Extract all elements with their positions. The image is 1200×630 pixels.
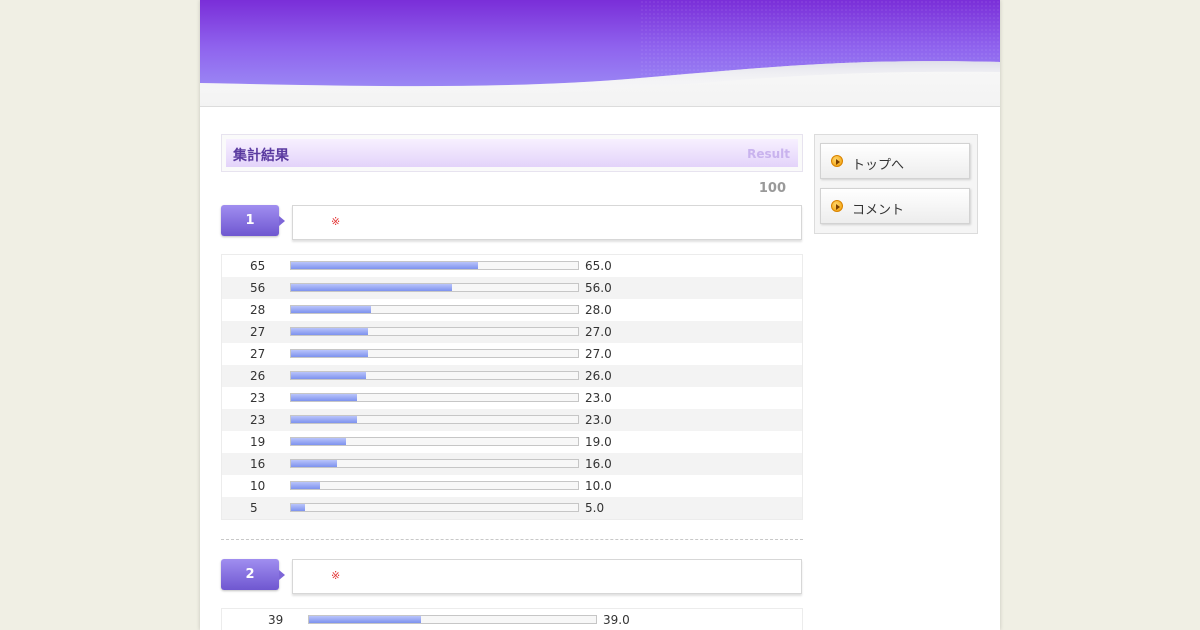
result-count: 65 [250,259,266,273]
result-percent: 23.0 [585,391,612,405]
result-bar-fill [291,262,478,269]
result-bar-fill [291,372,366,379]
result-bar-track [290,481,579,490]
result-row: 39 39.0 [222,609,802,630]
result-row: 27 27.0 [222,321,802,343]
result-bar-fill [291,284,452,291]
result-row: 28 28.0 [222,299,802,321]
result-count: 27 [250,347,266,361]
result-percent: 19.0 [585,435,612,449]
arrow-right-icon [831,200,843,212]
result-row: 23 23.0 [222,409,802,431]
sidebar-nav: トップへ コメント [814,134,978,234]
result-row: 19 19.0 [222,431,802,453]
page: 集計結果 Result 100 1 ※ 65 65.0 56 56.0 28 28.0 27… [200,0,1000,630]
result-count: 39 [268,613,284,627]
question-divider [221,539,803,540]
result-bar-fill [291,350,369,357]
result-bar-fill [291,416,357,423]
result-bar-fill [291,460,337,467]
total-responses: 100 [758,181,786,196]
question-note-mark: ※ [331,215,341,228]
result-bar-fill [291,394,357,401]
result-row: 65 65.0 [222,255,802,277]
page-title: 集計結果 [233,148,289,164]
nav-comment-button[interactable]: コメント [820,188,970,224]
result-row: 16 16.0 [222,453,802,475]
result-percent: 26.0 [585,369,612,383]
page-subtitle: Result [747,147,790,161]
result-title-bar: 集計結果 Result [221,134,803,172]
nav-comment-label: コメント [852,203,905,218]
question-text-box: ※ [292,205,802,240]
result-count: 26 [250,369,266,383]
result-row: 10 10.0 [222,475,802,497]
question-number-badge: 2 [221,559,285,590]
result-row: 23 23.0 [222,387,802,409]
nav-top-button[interactable]: トップへ [820,143,970,179]
result-row: 27 27.0 [222,343,802,365]
result-bar-track [290,459,579,468]
result-row: 26 26.0 [222,365,802,387]
result-percent: 27.0 [585,325,612,339]
result-percent: 39.0 [603,613,630,627]
result-bar-fill [291,328,369,335]
result-count: 19 [250,435,266,449]
result-bar-track [308,615,597,624]
result-bar-track [290,371,579,380]
result-bar-track [290,327,579,336]
result-bar-track [290,437,579,446]
result-percent: 56.0 [585,281,612,295]
question-text-box: ※ [292,559,802,594]
result-bar-track [290,503,579,512]
arrow-right-icon [831,155,843,167]
result-count: 5 [250,501,258,515]
result-percent: 5.0 [585,501,605,515]
result-bar-fill [291,504,306,511]
result-percent: 65.0 [585,259,612,273]
result-bar-track [290,283,579,292]
result-row: 5 5.0 [222,497,802,519]
result-count: 56 [250,281,266,295]
result-count: 23 [250,391,266,405]
result-count: 27 [250,325,266,339]
result-bar-track [290,261,579,270]
result-bar-track [290,305,579,314]
result-count: 10 [250,479,266,493]
result-bar-fill [291,306,372,313]
result-bar-track [290,349,579,358]
result-count: 23 [250,413,266,427]
results-table-q1: 65 65.0 56 56.0 28 28.0 27 27.0 27 27.0 26 26.0 23 23… [221,254,803,520]
result-bar-fill [309,616,421,623]
result-percent: 10.0 [585,479,612,493]
result-percent: 23.0 [585,413,612,427]
question-note-mark: ※ [331,569,341,582]
result-count: 16 [250,457,266,471]
result-title-inner: 集計結果 Result [226,139,798,167]
result-count: 28 [250,303,266,317]
result-bar-track [290,393,579,402]
result-bar-fill [291,482,320,489]
result-bar-track [290,415,579,424]
result-row: 56 56.0 [222,277,802,299]
results-table-q2: 39 39.0 [221,608,803,630]
result-bar-fill [291,438,346,445]
result-percent: 28.0 [585,303,612,317]
nav-top-label: トップへ [852,158,905,173]
result-percent: 16.0 [585,457,612,471]
question-number-badge: 1 [221,205,285,236]
result-percent: 27.0 [585,347,612,361]
header-wave-graphic [200,0,1000,96]
header-banner [200,0,1000,107]
